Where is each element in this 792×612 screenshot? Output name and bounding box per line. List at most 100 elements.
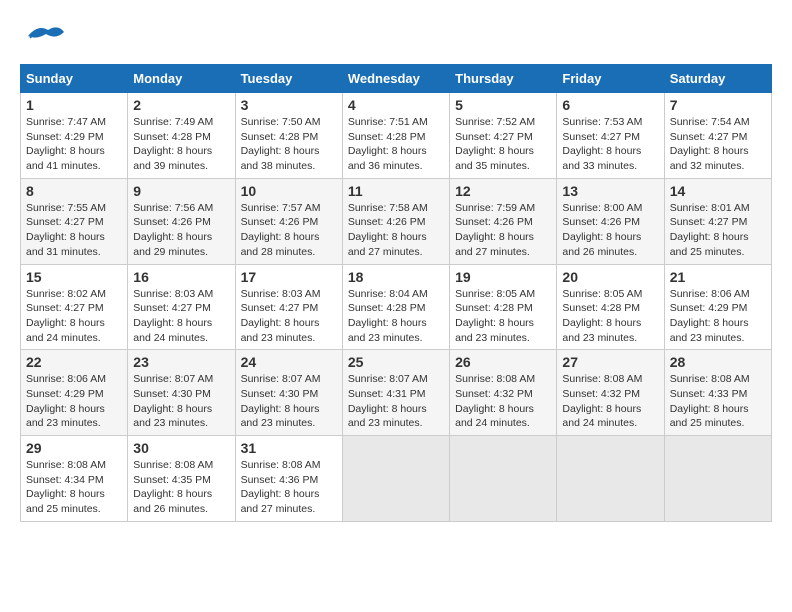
- day-info: Sunrise: 7:47 AMSunset: 4:29 PMDaylight:…: [26, 116, 106, 172]
- calendar-cell: 25 Sunrise: 8:07 AMSunset: 4:31 PMDaylig…: [342, 350, 449, 436]
- calendar-cell: 5 Sunrise: 7:52 AMSunset: 4:27 PMDayligh…: [450, 93, 557, 179]
- calendar-header-row: SundayMondayTuesdayWednesdayThursdayFrid…: [21, 65, 772, 93]
- day-number: 29: [26, 440, 122, 456]
- day-info: Sunrise: 7:58 AMSunset: 4:26 PMDaylight:…: [348, 202, 428, 258]
- calendar-cell: 16 Sunrise: 8:03 AMSunset: 4:27 PMDaylig…: [128, 264, 235, 350]
- calendar-cell: [450, 436, 557, 522]
- day-number: 26: [455, 354, 551, 370]
- calendar-cell: 9 Sunrise: 7:56 AMSunset: 4:26 PMDayligh…: [128, 178, 235, 264]
- day-info: Sunrise: 8:06 AMSunset: 4:29 PMDaylight:…: [670, 288, 750, 344]
- day-info: Sunrise: 7:51 AMSunset: 4:28 PMDaylight:…: [348, 116, 428, 172]
- day-number: 3: [241, 97, 337, 113]
- calendar-week-row: 15 Sunrise: 8:02 AMSunset: 4:27 PMDaylig…: [21, 264, 772, 350]
- day-number: 31: [241, 440, 337, 456]
- day-info: Sunrise: 7:56 AMSunset: 4:26 PMDaylight:…: [133, 202, 213, 258]
- day-number: 2: [133, 97, 229, 113]
- day-info: Sunrise: 8:03 AMSunset: 4:27 PMDaylight:…: [241, 288, 321, 344]
- header-wednesday: Wednesday: [342, 65, 449, 93]
- calendar-cell: 17 Sunrise: 8:03 AMSunset: 4:27 PMDaylig…: [235, 264, 342, 350]
- calendar-cell: 14 Sunrise: 8:01 AMSunset: 4:27 PMDaylig…: [664, 178, 771, 264]
- calendar-cell: 15 Sunrise: 8:02 AMSunset: 4:27 PMDaylig…: [21, 264, 128, 350]
- calendar-cell: 1 Sunrise: 7:47 AMSunset: 4:29 PMDayligh…: [21, 93, 128, 179]
- calendar-week-row: 1 Sunrise: 7:47 AMSunset: 4:29 PMDayligh…: [21, 93, 772, 179]
- day-info: Sunrise: 7:50 AMSunset: 4:28 PMDaylight:…: [241, 116, 321, 172]
- calendar-cell: 29 Sunrise: 8:08 AMSunset: 4:34 PMDaylig…: [21, 436, 128, 522]
- day-number: 30: [133, 440, 229, 456]
- day-number: 23: [133, 354, 229, 370]
- calendar-week-row: 8 Sunrise: 7:55 AMSunset: 4:27 PMDayligh…: [21, 178, 772, 264]
- day-info: Sunrise: 8:08 AMSunset: 4:35 PMDaylight:…: [133, 459, 213, 515]
- calendar-cell: 30 Sunrise: 8:08 AMSunset: 4:35 PMDaylig…: [128, 436, 235, 522]
- day-number: 13: [562, 183, 658, 199]
- calendar-table: SundayMondayTuesdayWednesdayThursdayFrid…: [20, 64, 772, 522]
- day-number: 16: [133, 269, 229, 285]
- day-info: Sunrise: 7:59 AMSunset: 4:26 PMDaylight:…: [455, 202, 535, 258]
- logo-icon: [20, 16, 68, 56]
- day-number: 28: [670, 354, 766, 370]
- day-number: 8: [26, 183, 122, 199]
- calendar-cell: 21 Sunrise: 8:06 AMSunset: 4:29 PMDaylig…: [664, 264, 771, 350]
- header-thursday: Thursday: [450, 65, 557, 93]
- day-number: 24: [241, 354, 337, 370]
- calendar-cell: 8 Sunrise: 7:55 AMSunset: 4:27 PMDayligh…: [21, 178, 128, 264]
- day-number: 4: [348, 97, 444, 113]
- day-number: 10: [241, 183, 337, 199]
- calendar-cell: 13 Sunrise: 8:00 AMSunset: 4:26 PMDaylig…: [557, 178, 664, 264]
- page-header: [20, 16, 772, 56]
- header-tuesday: Tuesday: [235, 65, 342, 93]
- day-info: Sunrise: 7:49 AMSunset: 4:28 PMDaylight:…: [133, 116, 213, 172]
- day-info: Sunrise: 8:04 AMSunset: 4:28 PMDaylight:…: [348, 288, 428, 344]
- day-info: Sunrise: 8:06 AMSunset: 4:29 PMDaylight:…: [26, 373, 106, 429]
- calendar-cell: [342, 436, 449, 522]
- header-saturday: Saturday: [664, 65, 771, 93]
- header-sunday: Sunday: [21, 65, 128, 93]
- day-number: 7: [670, 97, 766, 113]
- day-number: 22: [26, 354, 122, 370]
- day-number: 15: [26, 269, 122, 285]
- day-info: Sunrise: 8:07 AMSunset: 4:30 PMDaylight:…: [133, 373, 213, 429]
- calendar-cell: 20 Sunrise: 8:05 AMSunset: 4:28 PMDaylig…: [557, 264, 664, 350]
- day-info: Sunrise: 8:05 AMSunset: 4:28 PMDaylight:…: [455, 288, 535, 344]
- calendar-cell: 10 Sunrise: 7:57 AMSunset: 4:26 PMDaylig…: [235, 178, 342, 264]
- calendar-cell: 27 Sunrise: 8:08 AMSunset: 4:32 PMDaylig…: [557, 350, 664, 436]
- day-info: Sunrise: 8:03 AMSunset: 4:27 PMDaylight:…: [133, 288, 213, 344]
- day-info: Sunrise: 8:08 AMSunset: 4:34 PMDaylight:…: [26, 459, 106, 515]
- calendar-cell: 26 Sunrise: 8:08 AMSunset: 4:32 PMDaylig…: [450, 350, 557, 436]
- day-number: 18: [348, 269, 444, 285]
- day-info: Sunrise: 7:52 AMSunset: 4:27 PMDaylight:…: [455, 116, 535, 172]
- day-number: 17: [241, 269, 337, 285]
- calendar-cell: 19 Sunrise: 8:05 AMSunset: 4:28 PMDaylig…: [450, 264, 557, 350]
- day-info: Sunrise: 7:55 AMSunset: 4:27 PMDaylight:…: [26, 202, 106, 258]
- day-number: 6: [562, 97, 658, 113]
- day-info: Sunrise: 8:02 AMSunset: 4:27 PMDaylight:…: [26, 288, 106, 344]
- day-info: Sunrise: 7:53 AMSunset: 4:27 PMDaylight:…: [562, 116, 642, 172]
- day-number: 12: [455, 183, 551, 199]
- day-number: 25: [348, 354, 444, 370]
- day-number: 27: [562, 354, 658, 370]
- calendar-cell: 22 Sunrise: 8:06 AMSunset: 4:29 PMDaylig…: [21, 350, 128, 436]
- day-info: Sunrise: 8:08 AMSunset: 4:32 PMDaylight:…: [455, 373, 535, 429]
- day-info: Sunrise: 8:01 AMSunset: 4:27 PMDaylight:…: [670, 202, 750, 258]
- day-info: Sunrise: 8:07 AMSunset: 4:31 PMDaylight:…: [348, 373, 428, 429]
- day-info: Sunrise: 7:54 AMSunset: 4:27 PMDaylight:…: [670, 116, 750, 172]
- calendar-cell: [664, 436, 771, 522]
- calendar-cell: 3 Sunrise: 7:50 AMSunset: 4:28 PMDayligh…: [235, 93, 342, 179]
- calendar-week-row: 29 Sunrise: 8:08 AMSunset: 4:34 PMDaylig…: [21, 436, 772, 522]
- calendar-cell: 2 Sunrise: 7:49 AMSunset: 4:28 PMDayligh…: [128, 93, 235, 179]
- day-number: 1: [26, 97, 122, 113]
- calendar-cell: 28 Sunrise: 8:08 AMSunset: 4:33 PMDaylig…: [664, 350, 771, 436]
- day-number: 11: [348, 183, 444, 199]
- day-info: Sunrise: 8:05 AMSunset: 4:28 PMDaylight:…: [562, 288, 642, 344]
- calendar-cell: 23 Sunrise: 8:07 AMSunset: 4:30 PMDaylig…: [128, 350, 235, 436]
- calendar-cell: 7 Sunrise: 7:54 AMSunset: 4:27 PMDayligh…: [664, 93, 771, 179]
- day-info: Sunrise: 7:57 AMSunset: 4:26 PMDaylight:…: [241, 202, 321, 258]
- calendar-cell: 11 Sunrise: 7:58 AMSunset: 4:26 PMDaylig…: [342, 178, 449, 264]
- day-number: 20: [562, 269, 658, 285]
- calendar-cell: [557, 436, 664, 522]
- logo: [20, 16, 72, 56]
- calendar-cell: 4 Sunrise: 7:51 AMSunset: 4:28 PMDayligh…: [342, 93, 449, 179]
- day-info: Sunrise: 8:08 AMSunset: 4:32 PMDaylight:…: [562, 373, 642, 429]
- day-info: Sunrise: 8:08 AMSunset: 4:36 PMDaylight:…: [241, 459, 321, 515]
- day-info: Sunrise: 8:07 AMSunset: 4:30 PMDaylight:…: [241, 373, 321, 429]
- calendar-cell: 18 Sunrise: 8:04 AMSunset: 4:28 PMDaylig…: [342, 264, 449, 350]
